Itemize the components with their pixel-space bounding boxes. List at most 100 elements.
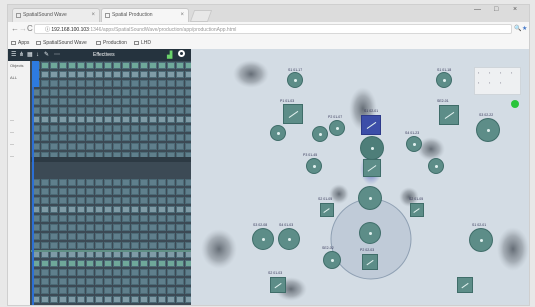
grid-cell[interactable]	[86, 296, 94, 303]
speaker-node[interactable]	[437, 73, 451, 87]
grid-cell[interactable]	[140, 296, 148, 303]
grid-cell[interactable]	[104, 269, 112, 276]
grid-cell[interactable]	[41, 80, 49, 87]
grid-cell[interactable]	[86, 134, 94, 141]
grid-cell[interactable]	[95, 134, 103, 141]
grid-cell[interactable]	[149, 80, 157, 87]
grid-cell[interactable]	[68, 287, 76, 294]
grid-cell[interactable]	[50, 98, 58, 105]
grid-cell[interactable]	[41, 143, 49, 150]
grid-cell[interactable]	[68, 71, 76, 78]
grid-cell[interactable]	[131, 251, 139, 258]
grid-cell[interactable]	[122, 107, 130, 114]
grid-cell[interactable]	[86, 89, 94, 96]
grid-cell[interactable]	[158, 206, 166, 213]
grid-cell[interactable]	[50, 296, 58, 303]
grid-cell[interactable]	[158, 260, 166, 267]
grid-cell[interactable]	[140, 134, 148, 141]
grid-cell[interactable]	[176, 215, 184, 222]
grid-cell[interactable]	[86, 242, 94, 249]
grid-cell[interactable]	[113, 188, 121, 195]
grid-cell[interactable]	[77, 188, 85, 195]
grid-cell[interactable]	[131, 278, 139, 285]
grid-cell[interactable]	[86, 260, 94, 267]
grid-cell[interactable]	[140, 116, 148, 123]
close-tab-icon[interactable]: ×	[91, 9, 95, 22]
grid-cell[interactable]	[176, 125, 184, 132]
speaker-node[interactable]	[407, 137, 421, 151]
grid-cell[interactable]	[122, 215, 130, 222]
grid-cell[interactable]	[77, 224, 85, 231]
grid-cell[interactable]	[59, 224, 67, 231]
grid-cell[interactable]	[59, 260, 67, 267]
grid-cell[interactable]	[95, 143, 103, 150]
grid-cell[interactable]	[104, 197, 112, 204]
grid-cell[interactable]	[158, 296, 166, 303]
grid-cell[interactable]	[68, 62, 76, 69]
grid-cell[interactable]	[158, 107, 166, 114]
grid-cell[interactable]	[59, 71, 67, 78]
back-icon[interactable]: ←	[11, 24, 19, 34]
grid-cell[interactable]	[50, 233, 58, 240]
grid-cell[interactable]	[59, 287, 67, 294]
grid-cell[interactable]	[176, 242, 184, 249]
grid-cell[interactable]	[122, 62, 130, 69]
grid-cell[interactable]	[86, 233, 94, 240]
grid-cell[interactable]	[68, 242, 76, 249]
star-icon[interactable]: ★	[522, 24, 527, 34]
grid-cell[interactable]	[86, 224, 94, 231]
effects-grid[interactable]	[31, 61, 191, 305]
grid-cell[interactable]	[113, 143, 121, 150]
grid-cell[interactable]	[176, 233, 184, 240]
grid-cell[interactable]	[158, 233, 166, 240]
grid-cell[interactable]	[176, 143, 184, 150]
grid-cell[interactable]	[68, 278, 76, 285]
grid-cell[interactable]	[176, 296, 184, 303]
grid-cell[interactable]	[104, 278, 112, 285]
grid-cell[interactable]	[41, 278, 49, 285]
grid-cell[interactable]	[176, 260, 184, 267]
grid-cell[interactable]	[41, 269, 49, 276]
grid-cell[interactable]	[77, 260, 85, 267]
grid-cell[interactable]	[131, 188, 139, 195]
grid-cell[interactable]	[176, 251, 184, 258]
grid-cell[interactable]	[68, 260, 76, 267]
grid-cell[interactable]	[86, 188, 94, 195]
grid-cell[interactable]	[50, 260, 58, 267]
grid-cell[interactable]	[122, 296, 130, 303]
grid-cell[interactable]	[104, 134, 112, 141]
grid-cell[interactable]	[122, 287, 130, 294]
grid-cell[interactable]	[68, 188, 76, 195]
bookmark-spatialsound-wave[interactable]: SpatialSound Wave	[36, 39, 87, 47]
grid-cell[interactable]	[68, 215, 76, 222]
grid-cell[interactable]	[50, 71, 58, 78]
grid-cell[interactable]	[86, 71, 94, 78]
grid-cell[interactable]	[131, 98, 139, 105]
grid-cell[interactable]	[68, 197, 76, 204]
grid-cell[interactable]	[41, 179, 49, 186]
grid-cell[interactable]	[95, 206, 103, 213]
grid-cell[interactable]	[104, 206, 112, 213]
grid-cell[interactable]	[149, 89, 157, 96]
scroll-thumb[interactable]	[32, 61, 39, 87]
grid-cell[interactable]	[131, 80, 139, 87]
grid-cell[interactable]	[113, 206, 121, 213]
settings-icon[interactable]	[178, 50, 185, 57]
grid-cell[interactable]	[158, 224, 166, 231]
grid-cell[interactable]	[41, 62, 49, 69]
grid-cell[interactable]	[59, 62, 67, 69]
grid-cell[interactable]	[140, 215, 148, 222]
grid-cell[interactable]	[167, 233, 175, 240]
grid-cell[interactable]	[41, 98, 49, 105]
grid-cell[interactable]	[59, 89, 67, 96]
speaker-square-active[interactable]	[361, 115, 381, 135]
grid-cell[interactable]	[167, 143, 175, 150]
grid-cell[interactable]	[167, 224, 175, 231]
grid-cell[interactable]	[59, 80, 67, 87]
grid-cell[interactable]	[140, 89, 148, 96]
grid-cell[interactable]	[86, 206, 94, 213]
search-icon[interactable]: 🔍	[514, 24, 521, 34]
grid-cell[interactable]	[50, 89, 58, 96]
grid-cell[interactable]	[86, 215, 94, 222]
grid-cell[interactable]	[41, 224, 49, 231]
